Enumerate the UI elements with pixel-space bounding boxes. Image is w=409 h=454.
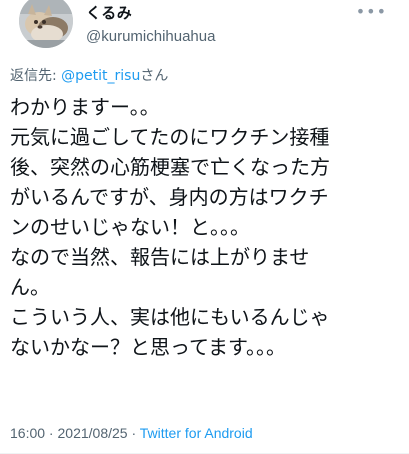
reply-prefix: 返信先: [10, 68, 62, 84]
tweet-detail: くるみ @kurumichihuahua ••• 返信先: @petit_ris… [0, 0, 409, 454]
tweet-header: くるみ @kurumichihuahua ••• [10, 0, 399, 62]
reply-suffix: さん [140, 68, 169, 84]
tweet-text-line: 後、突然の心筋梗塞で亡くなった方 [10, 155, 330, 179]
meta-separator: · [45, 425, 58, 441]
meta-separator: · [127, 425, 140, 441]
more-options-icon[interactable]: ••• [356, 4, 387, 20]
tweet-text-line: わかりますー。。 [10, 95, 160, 119]
reply-to-line: 返信先: @petit_risuさん [10, 66, 399, 86]
tweet-time[interactable]: 16:00 [10, 425, 45, 441]
tweet-text-line: こういう人、実は他にもいるんじゃ [10, 305, 330, 329]
author-names: くるみ @kurumichihuahua [86, 4, 215, 48]
chihuahua-avatar-icon[interactable] [19, 0, 73, 48]
author-display-name[interactable]: くるみ [86, 4, 215, 22]
tweet-text-line: 元気に過ごしてたのにワクチン接種 [10, 125, 330, 149]
tweet-meta: 16:00 · 2021/08/25 · Twitter for Android [10, 423, 253, 443]
tweet-text-line: なので当然、報告には上がりませ [10, 245, 310, 269]
tweet-date[interactable]: 2021/08/25 [58, 425, 128, 441]
tweet-text-line: ンのせいじゃない！と。。。 [10, 215, 250, 239]
tweet-text: わかりますー。。 元気に過ごしてたのにワクチン接種 後、突然の心筋梗塞で亡くなっ… [10, 92, 399, 362]
tweet-text-line: ないかなー？と思ってます。。。 [10, 335, 286, 359]
tweet-text-line: がいるんですが、身内の方はワクチ [10, 185, 329, 209]
tweet-text-line: ん。 [10, 275, 50, 299]
reply-mention-link[interactable]: @petit_risu [61, 68, 140, 84]
author-username[interactable]: @kurumichihuahua [86, 26, 215, 48]
tweet-source-link[interactable]: Twitter for Android [140, 425, 253, 441]
